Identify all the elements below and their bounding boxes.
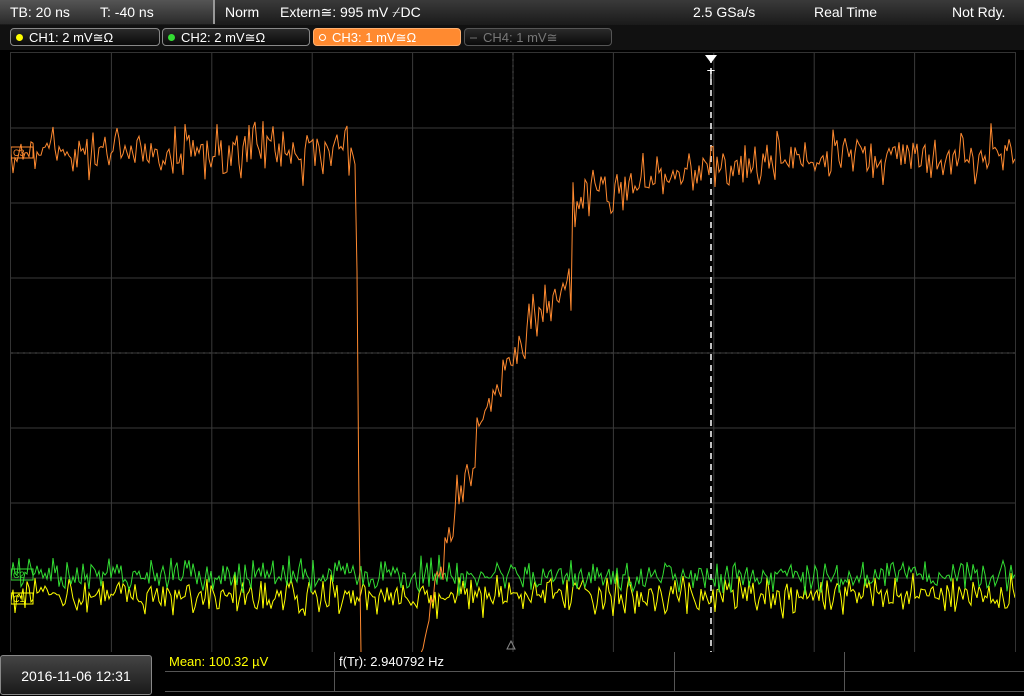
measurement-slot-6[interactable]	[335, 672, 675, 692]
channel-2-indicator-icon	[168, 34, 175, 41]
channel-4-button[interactable]: CH4: 1 mV≅	[464, 28, 612, 46]
mean-measurement[interactable]: Mean: 100.32 µV	[165, 652, 335, 672]
channel-1-indicator-icon	[16, 34, 23, 41]
status-bar: TB: 20 ns T: -40 ns Norm Extern≅: 995 mV…	[0, 0, 1024, 26]
measurement-slot-8[interactable]	[845, 672, 1024, 692]
waveform-canvas: T C3 C2 C1	[10, 53, 1016, 654]
measurement-slot-3[interactable]	[675, 652, 845, 672]
channel-4-label: CH4: 1 mV≅	[483, 30, 558, 45]
measurement-slot-7[interactable]	[675, 672, 845, 692]
timebase-label: TB: 20 ns	[10, 4, 70, 20]
run-status: Not Rdy.	[952, 4, 1006, 20]
channel-3-indicator-icon	[319, 34, 326, 41]
measurement-slot-5[interactable]	[165, 672, 335, 692]
trigger-mode[interactable]: Norm	[225, 0, 259, 24]
measurement-table: Mean: 100.32 µV f(Tr): 2.940792 Hz	[165, 652, 1024, 695]
channel-4-indicator-icon	[470, 37, 477, 39]
channel-1-label: CH1: 2 mV≅Ω	[29, 30, 114, 45]
trigger-time-label: T: -40 ns	[100, 4, 154, 20]
graticule	[11, 53, 1015, 653]
measurement-slot-4[interactable]	[845, 652, 1024, 672]
channel-3-label: CH3: 1 mV≅Ω	[332, 30, 417, 45]
trigger-position-icon	[705, 55, 717, 63]
trigger-marker-label: T	[707, 67, 715, 82]
sample-rate: 2.5 GSa/s	[693, 4, 756, 20]
channel-3-marker-label: C3	[13, 148, 25, 158]
date-time-display[interactable]: 2016-11-06 12:31	[0, 655, 152, 695]
frequency-measurement[interactable]: f(Tr): 2.940792 Hz	[335, 652, 675, 672]
channel-1-marker-label: C1	[13, 594, 25, 604]
channel-1-button[interactable]: CH1: 2 mV≅Ω	[10, 28, 160, 46]
channel-bar: CH1: 2 mV≅Ω CH2: 2 mV≅Ω CH3: 1 mV≅Ω CH4:…	[0, 25, 1024, 50]
trigger-source[interactable]: Extern≅: 995 mV ⌿DC	[280, 0, 421, 24]
channel-2-label: CH2: 2 mV≅Ω	[181, 30, 266, 45]
acquisition-mode: Real Time	[814, 4, 878, 20]
time-reference-icon	[506, 639, 516, 650]
waveform-display[interactable]: T C3 C2 C1	[10, 52, 1016, 654]
channel-3-button[interactable]: CH3: 1 mV≅Ω	[313, 28, 461, 46]
channel-2-marker-label: C2	[13, 570, 25, 580]
channel-2-button[interactable]: CH2: 2 mV≅Ω	[162, 28, 310, 46]
timebase-box[interactable]: TB: 20 ns T: -40 ns	[0, 0, 215, 24]
